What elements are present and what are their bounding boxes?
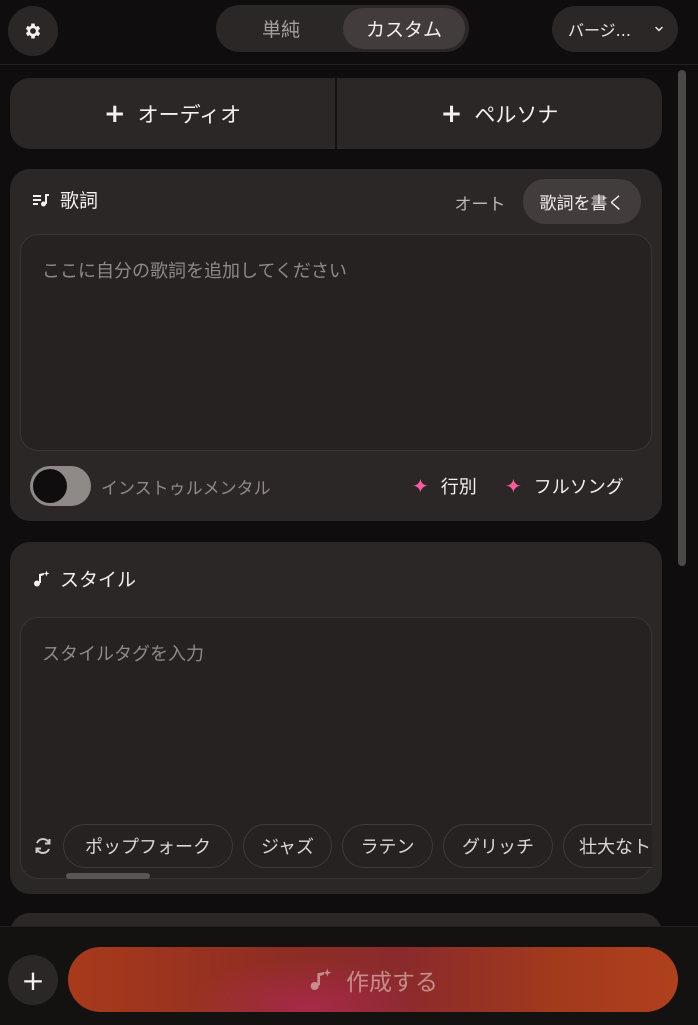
lyrics-auto-button[interactable]: オート	[445, 184, 515, 220]
version-label: バージ...	[568, 21, 631, 40]
lyrics-input[interactable]: ここに自分の歌詞を追加してください	[20, 234, 652, 451]
mode-simple-tab[interactable]: 単純	[220, 8, 342, 49]
style-tag-chip[interactable]: ジャズ	[243, 824, 332, 868]
add-audio-label: オーディオ	[137, 102, 242, 127]
refresh-icon[interactable]	[32, 835, 54, 857]
mode-custom-tab[interactable]: カスタム	[343, 8, 465, 49]
lyrics-placeholder: ここに自分の歌詞を追加してください	[42, 261, 347, 282]
tag-scrollbar[interactable]	[66, 873, 150, 879]
sparkle-icon: ✦	[412, 474, 429, 498]
scrollbar-thumb[interactable]	[678, 70, 686, 566]
music-sparkle-icon	[34, 570, 50, 586]
lyrics-write-button[interactable]: 歌詞を書く	[523, 179, 641, 224]
generate-full-song-button[interactable]: ✦ フルソング	[505, 473, 624, 499]
style-tag-chip[interactable]: 壮大なト	[563, 824, 652, 868]
lyrics-title: 歌詞	[32, 186, 98, 213]
style-tag-chip[interactable]: ラテン	[342, 824, 433, 868]
style-title: スタイル	[32, 565, 136, 592]
create-label: 作成する	[346, 969, 438, 996]
style-tag-chip[interactable]: グリッチ	[443, 824, 553, 868]
sparkle-icon: ✦	[505, 474, 522, 498]
lyrics-title-label: 歌詞	[60, 190, 99, 212]
style-tag-list: ポップフォーク ジャズ ラテン グリッチ 壮大なト	[63, 824, 652, 870]
plus-icon: +	[103, 98, 126, 129]
toggle-knob	[33, 469, 67, 503]
music-sparkle-icon	[310, 968, 332, 990]
add-audio-button[interactable]: + オーディオ	[10, 78, 335, 149]
version-dropdown[interactable]: バージ...	[552, 6, 678, 52]
instrumental-toggle[interactable]	[30, 466, 91, 506]
style-tag-chip[interactable]: ポップフォーク	[63, 824, 233, 868]
generate-by-line-button[interactable]: ✦ 行別	[412, 473, 477, 499]
add-row: + オーディオ + ペルソナ	[10, 78, 662, 149]
style-placeholder: スタイルタグを入力	[42, 644, 204, 665]
plus-icon: +	[440, 98, 463, 129]
settings-button[interactable]	[8, 6, 58, 56]
chevron-down-icon	[655, 26, 663, 32]
add-persona-button[interactable]: + ペルソナ	[337, 78, 662, 149]
generate-full-song-label: フルソング	[533, 477, 624, 498]
lyrics-icon	[33, 193, 49, 206]
style-title-label: スタイル	[60, 569, 137, 591]
add-button[interactable]: +	[8, 955, 58, 1005]
generate-by-line-label: 行別	[440, 477, 477, 498]
instrumental-label: インストゥルメンタル	[101, 479, 271, 499]
add-persona-label: ペルソナ	[474, 102, 559, 127]
gear-icon	[25, 23, 41, 39]
create-button[interactable]: 作成する	[68, 947, 678, 1012]
mode-switch: 単純 カスタム	[216, 5, 469, 52]
